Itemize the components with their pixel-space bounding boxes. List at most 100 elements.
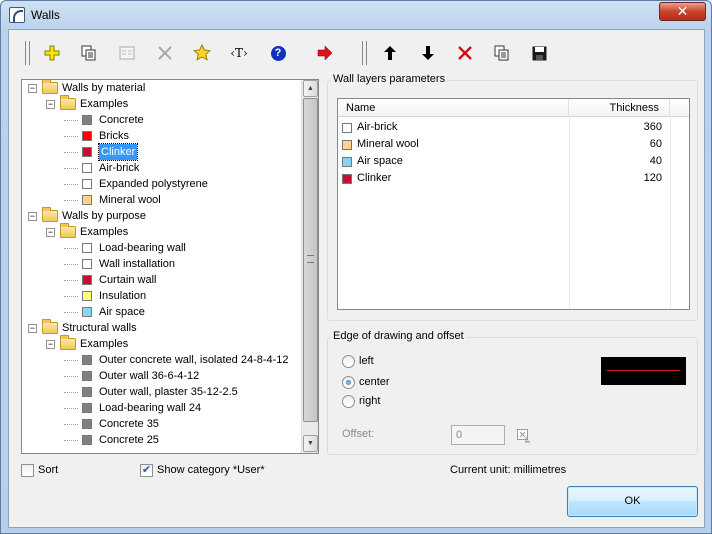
layer-name-cell: Air space	[342, 153, 403, 170]
copy-layer-icon	[494, 45, 509, 61]
folder-icon	[60, 223, 76, 238]
favorite-button[interactable]	[190, 41, 214, 65]
material-color-swatch	[82, 243, 92, 253]
tree-connector	[64, 119, 78, 121]
tree-item[interactable]: Outer concrete wall, isolated 24-8-4-12	[64, 352, 289, 368]
material-color-swatch	[82, 419, 92, 429]
tree-connector	[64, 407, 78, 409]
tree-folder[interactable]: − Examples	[46, 223, 129, 240]
move-down-button[interactable]	[416, 41, 440, 65]
tree-node-label: Examples	[80, 226, 129, 238]
name-column-header[interactable]: Name	[338, 99, 569, 117]
tree-item[interactable]: Wall installation	[64, 256, 175, 272]
text-tag-button[interactable]: ‹T›	[227, 41, 251, 65]
layer-name-cell: Mineral wool	[342, 136, 419, 153]
layer-name: Air space	[357, 155, 403, 167]
tree-connector	[64, 359, 78, 361]
move-right-icon	[317, 46, 333, 60]
tree-item[interactable]: Bricks	[64, 128, 129, 144]
tree-scrollbar[interactable]: ▲ ▼	[301, 80, 318, 453]
edge-right-radio[interactable]: right	[342, 393, 380, 409]
copy-layer-button[interactable]	[490, 41, 514, 65]
tree-folder[interactable]: − Structural walls	[28, 319, 137, 336]
edge-center-radio[interactable]: center	[342, 374, 390, 390]
sort-checkbox[interactable]: Sort	[21, 462, 58, 478]
layer-name: Air-brick	[357, 121, 398, 133]
tree-folder[interactable]: − Examples	[46, 95, 128, 112]
material-color-swatch	[82, 115, 92, 125]
current-unit-label: Current unit: millimetres	[450, 464, 567, 476]
toolbar-grip-2[interactable]	[362, 41, 367, 65]
tree-item[interactable]: Concrete 35	[64, 416, 159, 432]
dialog-body: ‹T› ? − Walls by material − Examples Con…	[8, 29, 705, 528]
expand-toggle[interactable]: −	[28, 83, 37, 93]
offset-input[interactable]: 0	[451, 425, 505, 445]
radio-indicator	[342, 354, 355, 368]
tree-item[interactable]: Air-brick	[64, 160, 139, 176]
edge-left-label: left	[359, 355, 374, 367]
layer-row[interactable]: Clinker 120	[338, 170, 689, 187]
tree-item[interactable]: Load-bearing wall 24	[64, 400, 201, 416]
help-button[interactable]: ?	[266, 41, 290, 65]
material-color-swatch	[82, 291, 92, 301]
move-up-icon	[384, 46, 396, 60]
title-bar[interactable]: Walls ✕	[1, 1, 711, 29]
layer-row[interactable]: Air space 40	[338, 153, 689, 170]
ok-button[interactable]: OK	[567, 486, 698, 517]
tree-item[interactable]: Outer wall 36-6-4-12	[64, 368, 199, 384]
tree-connector	[64, 167, 78, 169]
tree-connector	[64, 375, 78, 377]
material-color-swatch	[82, 259, 92, 269]
help-icon: ?	[270, 45, 286, 61]
tree-item[interactable]: Mineral wool	[64, 192, 161, 208]
tree-folder[interactable]: − Walls by material	[28, 80, 145, 96]
wall-type-tree[interactable]: − Walls by material − Examples Concrete Brick…	[22, 80, 302, 453]
save-icon	[532, 46, 546, 60]
expand-toggle[interactable]: −	[28, 211, 37, 221]
expand-toggle[interactable]: −	[46, 99, 55, 109]
move-right-button[interactable]	[313, 41, 337, 65]
scroll-down-button[interactable]: ▼	[303, 435, 318, 452]
expand-toggle[interactable]: −	[46, 339, 55, 349]
material-color-swatch	[82, 195, 92, 205]
remove-layer-button[interactable]	[453, 41, 477, 65]
properties-icon	[119, 46, 135, 60]
tree-folder[interactable]: − Walls by purpose	[28, 207, 146, 224]
offset-pick-button[interactable]	[517, 429, 531, 445]
save-button[interactable]	[527, 41, 551, 65]
tree-item[interactable]: Load-bearing wall	[64, 240, 186, 256]
expand-toggle[interactable]: −	[46, 227, 55, 237]
layer-row[interactable]: Mineral wool 60	[338, 136, 689, 153]
tree-item[interactable]: Air space	[64, 304, 145, 320]
tree-item[interactable]: Clinker	[64, 143, 139, 161]
layer-color-swatch	[342, 156, 352, 167]
tree-item[interactable]: Curtain wall	[64, 272, 156, 288]
add-button[interactable]	[40, 41, 64, 65]
tree-folder[interactable]: − Examples	[46, 335, 128, 352]
tree-item[interactable]: Insulation	[64, 288, 146, 304]
properties-button[interactable]	[115, 41, 139, 65]
toolbar-grip[interactable]	[25, 41, 30, 65]
tree-connector	[64, 423, 78, 425]
tree-item[interactable]: Concrete 25	[64, 432, 159, 448]
expand-toggle[interactable]: −	[28, 323, 37, 333]
close-button[interactable]: ✕	[659, 2, 706, 21]
tree-item[interactable]: Expanded polystyrene	[64, 176, 208, 192]
copy-button[interactable]	[77, 41, 101, 65]
edge-left-radio[interactable]: left	[342, 353, 374, 369]
layer-row[interactable]: Air-brick 360	[338, 119, 689, 136]
thickness-column-header[interactable]: Thickness	[569, 99, 670, 117]
tree-item[interactable]: Concrete	[64, 112, 144, 128]
layers-list[interactable]: Name Thickness Air-brick 360 Mineral wool 6…	[337, 98, 690, 310]
folder-icon	[42, 80, 58, 94]
move-up-button[interactable]	[378, 41, 402, 65]
scroll-thumb[interactable]	[303, 98, 318, 422]
show-category-checkbox[interactable]: ✔ Show category *User*	[140, 462, 265, 478]
tree-node-label: Concrete 35	[99, 418, 159, 430]
tree-item[interactable]: Outer wall, plaster 35-12-2.5	[64, 384, 238, 400]
delete-button[interactable]	[153, 41, 177, 65]
layer-color-swatch	[342, 173, 352, 184]
offset-label: Offset:	[342, 428, 375, 440]
scroll-up-button[interactable]: ▲	[303, 80, 318, 97]
wall-layers-title: Wall layers parameters	[331, 73, 448, 85]
